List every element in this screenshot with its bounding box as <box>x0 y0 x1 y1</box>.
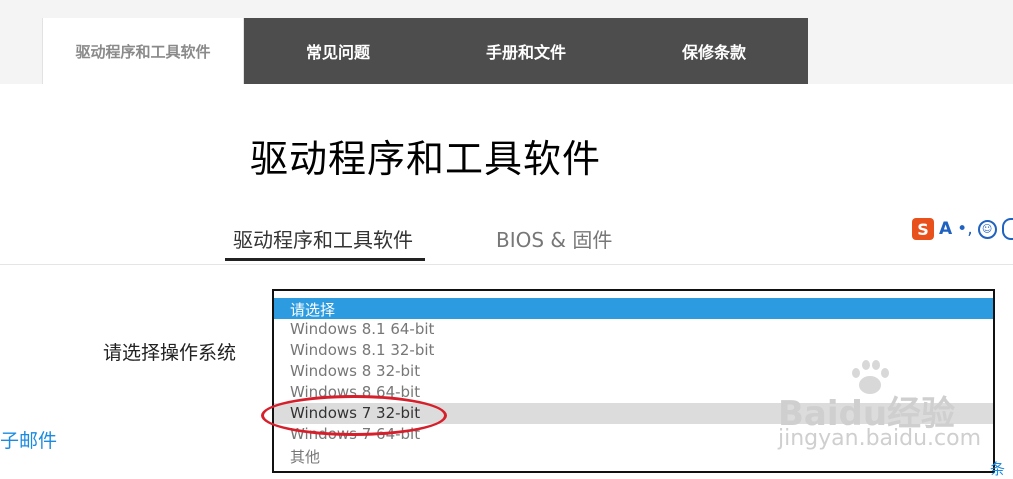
sogou-logo-icon[interactable]: S <box>912 218 934 240</box>
os-option-placeholder[interactable]: 请选择 <box>274 298 993 319</box>
tab-manuals[interactable]: 手册和文件 <box>432 18 620 84</box>
more-options-icon[interactable] <box>1001 218 1013 240</box>
corner-text: 条 <box>990 460 1006 478</box>
os-option-win81-32[interactable]: Windows 8.1 32-bit <box>274 340 993 361</box>
active-subtab-underline <box>225 258 425 261</box>
subtab-bios-firmware[interactable]: BIOS & 固件 <box>496 224 612 253</box>
os-select-label: 请选择操作系统 <box>103 342 237 364</box>
tab-warranty[interactable]: 保修条款 <box>620 18 808 84</box>
nav-tabs: 驱动程序和工具软件 常见问题 手册和文件 保修条款 <box>42 18 808 84</box>
emoji-icon[interactable]: ☺ <box>977 219 997 239</box>
page-title: 驱动程序和工具软件 <box>250 137 602 181</box>
annotation-circle <box>261 395 447 436</box>
tab-drivers-tools[interactable]: 驱动程序和工具软件 <box>42 18 244 84</box>
punctuation-icon[interactable]: •, <box>957 219 972 239</box>
input-mode-icon[interactable]: A <box>939 219 952 239</box>
ime-toolbar: S A •, ☺ <box>912 218 1013 240</box>
top-nav-bar: 驱动程序和工具软件 常见问题 手册和文件 保修条款 <box>0 0 1013 84</box>
subtab-drivers-tools[interactable]: 驱动程序和工具软件 <box>233 224 413 253</box>
sub-tabs: 驱动程序和工具软件 BIOS & 固件 <box>0 214 1013 265</box>
email-link[interactable]: 子邮件 <box>0 426 57 453</box>
watermark-url: jingyan.baidu.com <box>778 426 982 451</box>
os-option-win81-64[interactable]: Windows 8.1 64-bit <box>274 319 993 340</box>
tab-faq[interactable]: 常见问题 <box>244 18 432 84</box>
